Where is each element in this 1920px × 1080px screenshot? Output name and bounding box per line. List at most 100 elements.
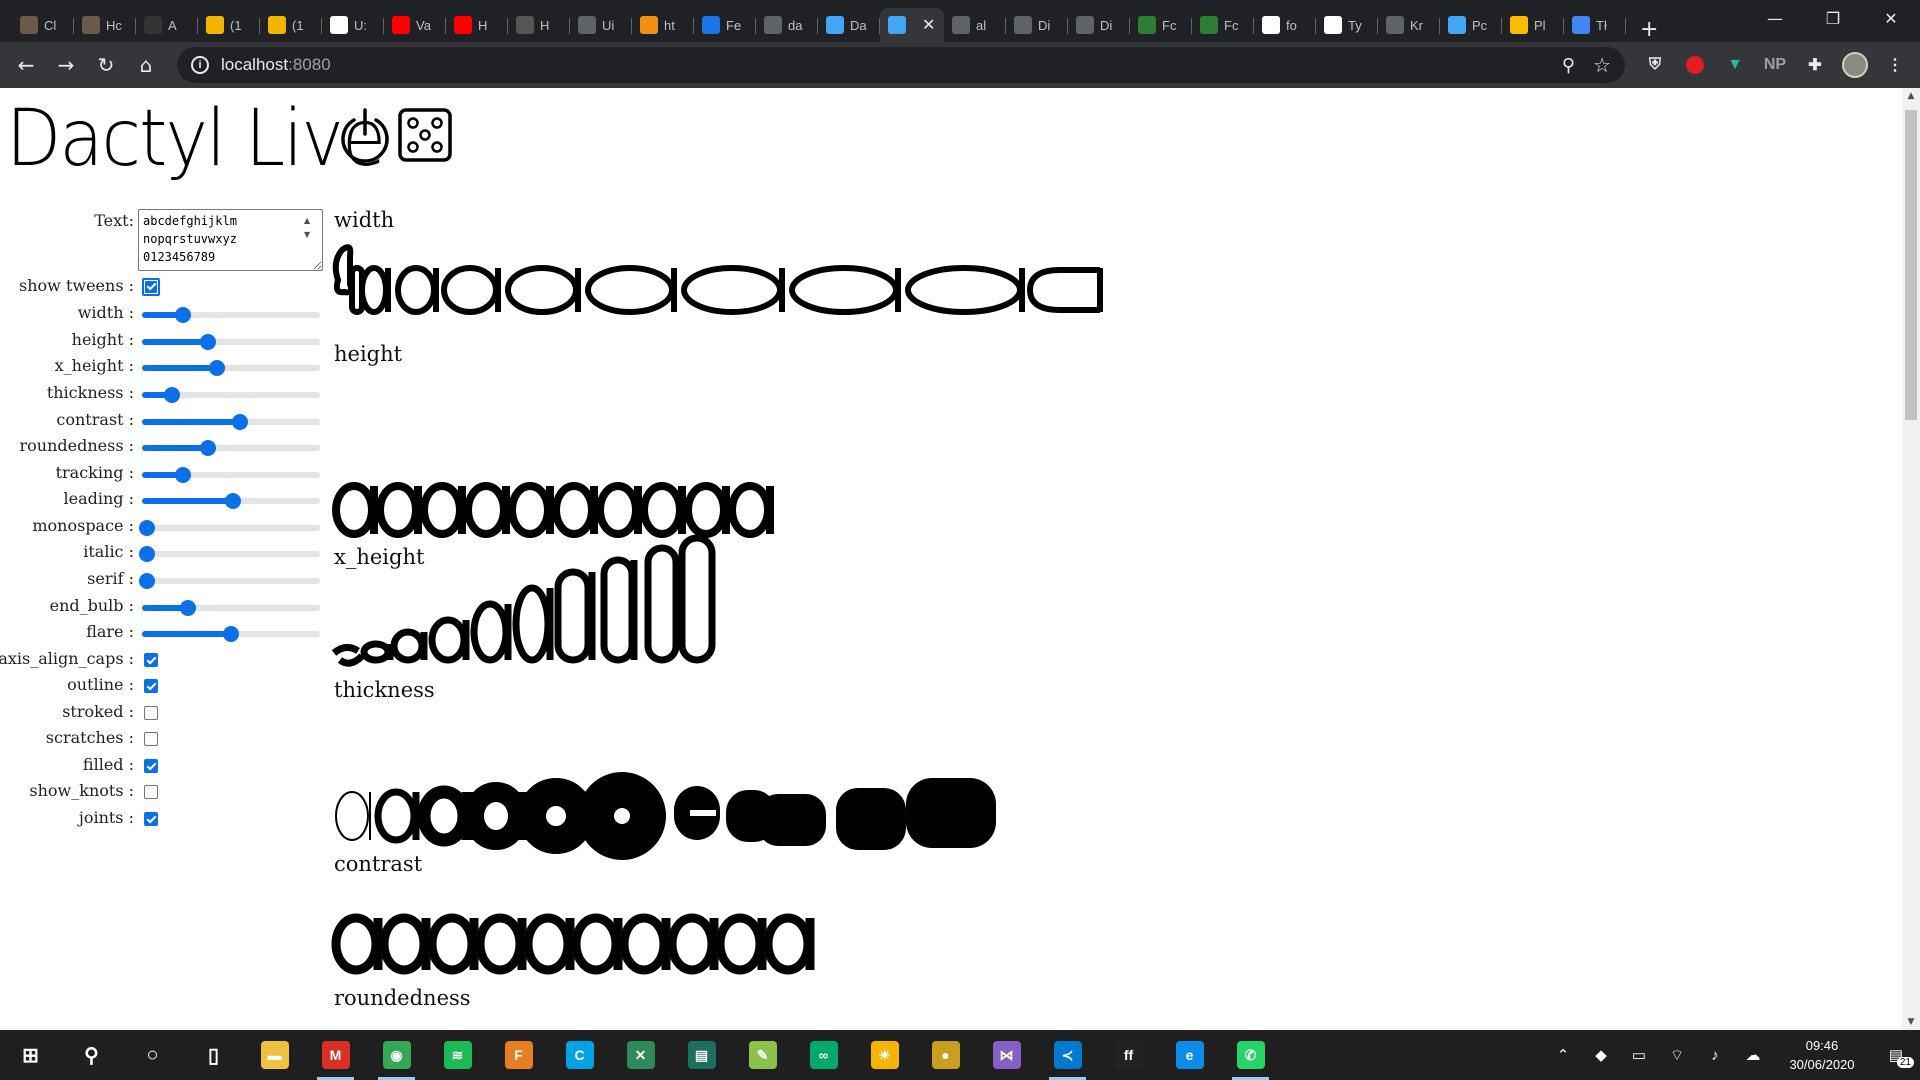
slider-thumb[interactable] [174,467,191,483]
globe-app-icon[interactable]: ● [915,1030,976,1080]
onedrive-icon[interactable]: ☁ [1734,1046,1772,1064]
page-scrollbar[interactable]: ▲ ▼ [1902,88,1920,1030]
browser-tab[interactable]: Tł [1564,8,1626,42]
browser-tab[interactable]: (1 [260,8,322,42]
browser-tab[interactable]: Ty [1316,8,1378,42]
windows-start[interactable]: ⊞ [0,1030,61,1080]
infinity-icon[interactable]: ∞ [793,1030,854,1080]
slider-thumb[interactable] [199,440,216,456]
filled-checkbox[interactable] [144,759,158,773]
file-explorer-icon[interactable]: ▬ [244,1030,305,1080]
notepad-icon[interactable]: ✎ [732,1030,793,1080]
tray-chevron-icon[interactable]: ⌃ [1544,1046,1582,1064]
browser-tab[interactable]: Kr [1378,8,1440,42]
menu-icon[interactable]: ⋮ [1880,50,1910,80]
wifi-icon[interactable]: ⌔ [1658,1046,1696,1065]
home-icon[interactable]: ⌂ [126,45,166,85]
fontforge-icon[interactable]: ff [1098,1030,1159,1080]
text-input[interactable] [138,209,323,271]
close-window-button[interactable]: ✕ [1862,0,1920,36]
zoom-icon[interactable]: ⚲ [1562,55,1575,76]
joints-checkbox[interactable] [144,812,158,826]
forward-arrow-icon[interactable]: → [46,45,86,85]
slider-thumb[interactable] [180,600,197,616]
tracking-slider[interactable] [142,467,320,483]
show-knots-checkbox[interactable] [144,785,158,799]
fusion-icon[interactable]: F [488,1030,549,1080]
roundedness-slider[interactable] [142,440,320,456]
slider-thumb[interactable] [174,307,191,323]
slider-thumb[interactable] [139,520,156,536]
avatar[interactable] [1840,50,1870,80]
flare-slider[interactable] [142,626,320,642]
task-view-icon[interactable]: ▯ [183,1030,244,1080]
slider-thumb[interactable] [164,387,181,403]
minimize-button[interactable]: — [1746,0,1804,36]
browser-tab[interactable]: Fc [1130,8,1192,42]
browser-tab[interactable]: H [508,8,570,42]
slider-thumb[interactable] [208,360,225,376]
tshirt-icon[interactable]: ▼ [1720,50,1750,80]
browser-tab[interactable]: Pl [1502,8,1564,42]
vscode-icon[interactable]: ≺ [1037,1030,1098,1080]
browser-tab[interactable]: al [944,8,1006,42]
scroll-down-arrow-icon[interactable]: ▼ [1902,1014,1920,1030]
width-slider[interactable] [142,307,320,323]
address-bar[interactable]: i localhost:8080 ⚲ ☆ [177,47,1625,83]
italic-slider[interactable] [139,546,320,562]
edge-icon[interactable]: e [1159,1030,1220,1080]
reload-icon[interactable]: ↻ [86,45,126,85]
info-icon[interactable]: i [191,56,209,74]
x-app-icon[interactable]: ✕ [610,1030,671,1080]
np-extension[interactable]: NP [1760,50,1790,80]
new-tab-button[interactable]: + [1640,17,1658,42]
scroll-up-arrow-icon[interactable]: ▲ [1902,88,1920,104]
browser-tab[interactable]: H [446,8,508,42]
battery-icon[interactable]: ▭ [1620,1046,1658,1064]
contrast-slider[interactable] [142,414,320,430]
slider-thumb[interactable] [231,414,248,430]
chrome-icon[interactable]: ◉ [366,1030,427,1080]
browser-tab[interactable]: Ui [570,8,632,42]
browser-tab[interactable]: Cl [12,8,74,42]
end-bulb-slider[interactable] [142,600,320,616]
c-app-icon[interactable]: C [549,1030,610,1080]
browser-tab[interactable]: ✕ [880,8,944,42]
shield-icon[interactable]: ⛨ [1640,50,1670,80]
dropbox-icon[interactable]: ◆ [1582,1046,1620,1064]
textarea-scroll-arrows[interactable]: ▲ ▼ [304,214,310,242]
gmail-icon[interactable]: M [305,1030,366,1080]
browser-tab[interactable]: Da [818,8,880,42]
browser-tab[interactable]: Hc [74,8,136,42]
browser-tab[interactable]: (1 [198,8,260,42]
maximize-button[interactable]: ❐ [1804,0,1862,36]
scrollbar-thumb[interactable] [1905,110,1917,420]
browser-tab[interactable]: U: [322,8,384,42]
browser-tab[interactable]: Di [1006,8,1068,42]
x-height-slider[interactable] [142,360,320,376]
axis-align-caps-checkbox[interactable] [144,653,158,667]
back-arrow-icon[interactable]: ← [6,45,46,85]
close-tab-icon[interactable]: ✕ [922,15,935,35]
slider-thumb[interactable] [139,546,156,562]
whatsapp-icon[interactable]: ✆ [1220,1030,1281,1080]
slider-thumb[interactable] [139,573,156,589]
clock[interactable]: 09:46 30/06/2020 [1772,1036,1872,1074]
browser-tab[interactable]: Pc [1440,8,1502,42]
cortana-icon[interactable]: ○ [122,1030,183,1080]
volume-icon[interactable]: ♪ [1696,1047,1734,1064]
scratches-checkbox[interactable] [144,732,158,746]
browser-tab[interactable]: fo [1254,8,1316,42]
browser-tab[interactable]: ht [632,8,694,42]
slider-thumb[interactable] [224,493,241,509]
visual-studio-icon[interactable]: ⋈ [976,1030,1037,1080]
monospace-slider[interactable] [139,520,320,536]
browser-tab[interactable]: da [756,8,818,42]
bookmark-star-icon[interactable]: ☆ [1593,53,1611,78]
browser-tab[interactable]: Fe [694,8,756,42]
notifications-icon[interactable]: ▤ 21 [1872,1046,1920,1068]
puzzle-icon[interactable]: ✚ [1800,50,1830,80]
height-slider[interactable] [142,334,320,350]
browser-tab[interactable]: A [136,8,198,42]
serif-slider[interactable] [139,573,320,589]
